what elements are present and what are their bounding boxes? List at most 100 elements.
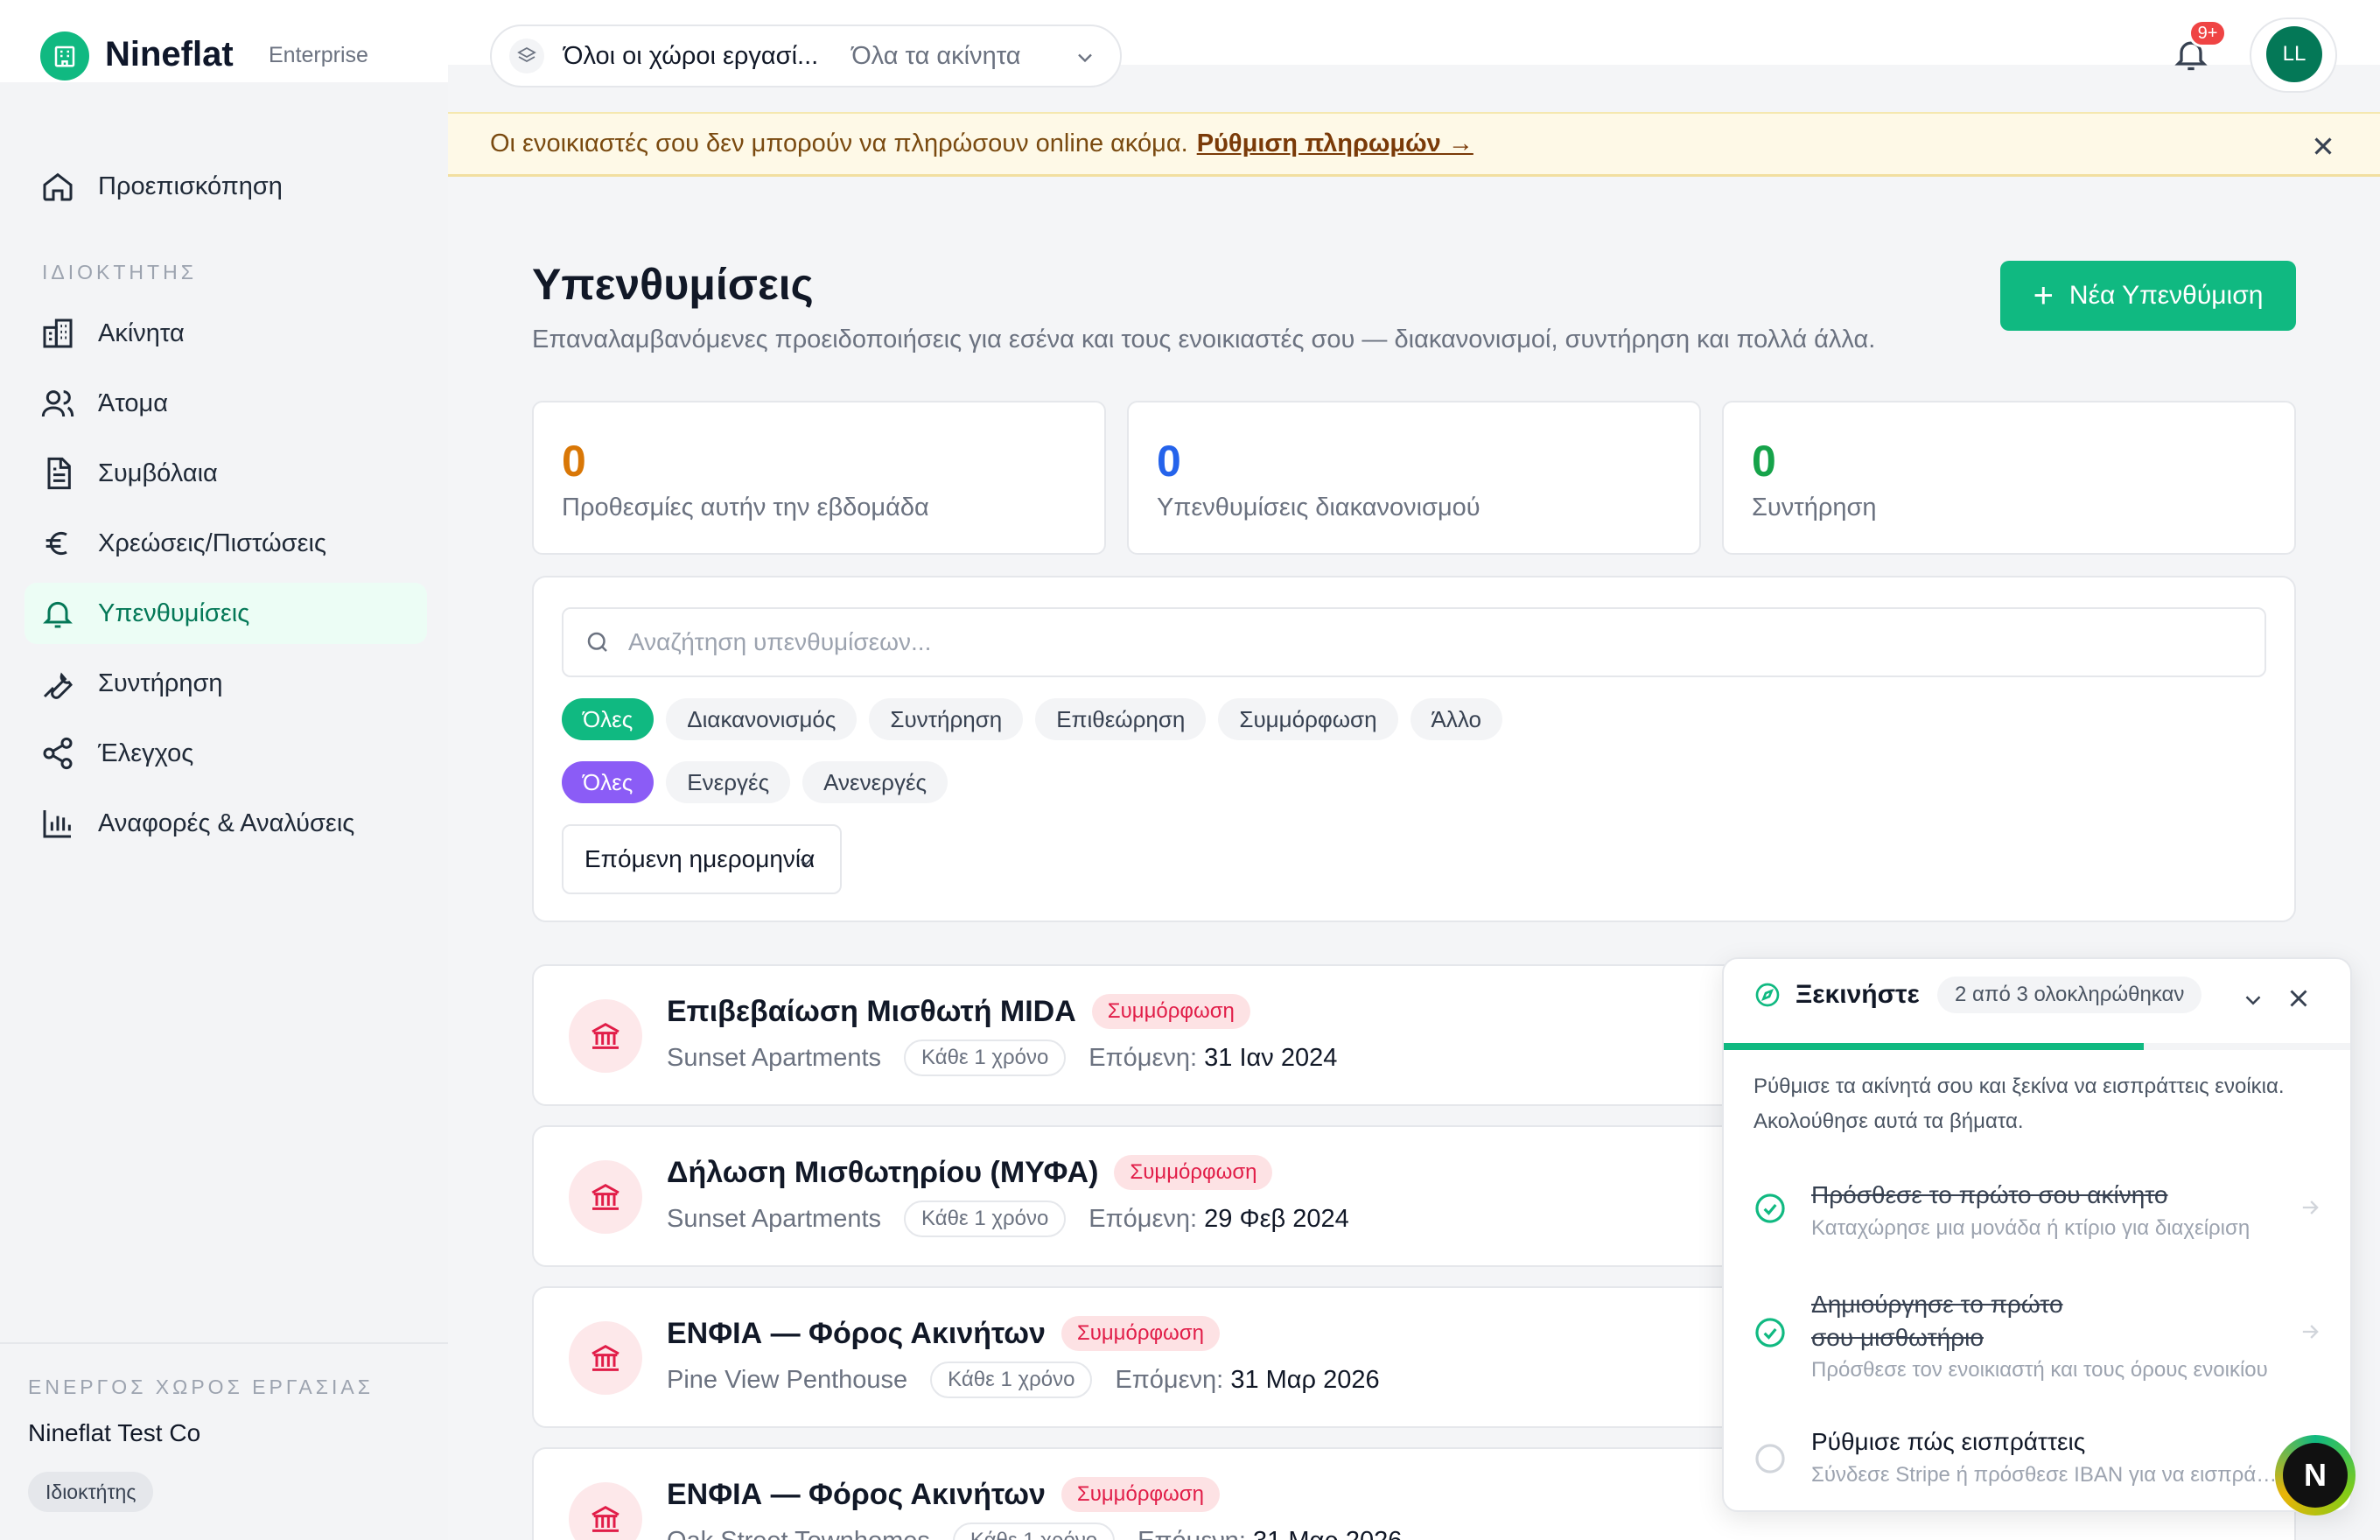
chip-category-inspection[interactable]: Επιθεώρηση xyxy=(1035,698,1207,740)
chip-category-settlement[interactable]: Διακανονισμός xyxy=(666,698,858,740)
brand-plan: Enterprise xyxy=(269,43,368,67)
avatar[interactable]: LL xyxy=(2266,26,2322,82)
category-badge: Συμμόρφωση xyxy=(1091,994,1250,1029)
next-date: Επόμενη: 31 Μαρ 2026 xyxy=(1138,1527,1402,1540)
chevron-down-icon[interactable] xyxy=(2240,987,2266,1013)
step-description: Καταχώρησε μια μονάδα ή κτίριο για διαχε… xyxy=(1811,1216,2250,1240)
payments-banner: Οι ενοικιαστές σου δεν μπορούν να πληρώσ… xyxy=(448,112,2380,177)
sidebar-item-label: Συντήρηση xyxy=(98,668,223,697)
stat-value: 0 xyxy=(1157,437,1181,486)
chip-category-all[interactable]: Όλες xyxy=(562,698,654,740)
stat-value: 0 xyxy=(562,437,586,486)
sidebar: Nineflat Enterprise Προεπισκόπηση ΙΔΙΟΚΤ… xyxy=(0,0,448,1540)
chip-category-maintenance[interactable]: Συντήρηση xyxy=(869,698,1024,740)
step-description: Σύνδεσε Stripe ή πρόσθεσε IBAN για να ει… xyxy=(1811,1463,2284,1487)
next-date-value: 29 Φεβ 2024 xyxy=(1204,1204,1349,1233)
workspace-property-selector[interactable]: Όλοι οι χώροι εργασί... Όλα τα ακίνητα xyxy=(490,24,1122,88)
users-icon xyxy=(41,390,74,417)
sidebar-item-people[interactable]: Άτομα xyxy=(24,373,427,434)
next-date: Επόμενη: 31 Μαρ 2026 xyxy=(1115,1366,1379,1395)
stat-value: 0 xyxy=(1752,437,1776,486)
euro-icon xyxy=(46,531,67,556)
search-input[interactable] xyxy=(628,628,2028,656)
brand-name[interactable]: Nineflat xyxy=(105,35,234,74)
stat-label: Προθεσμίες αυτήν την εβδομάδα xyxy=(562,494,929,522)
reminder-property: Sunset Apartments xyxy=(667,1204,882,1233)
category-badge: Συμμόρφωση xyxy=(1114,1155,1273,1190)
sidebar-item-overview[interactable]: Προεπισκόπηση xyxy=(24,156,427,217)
arrow-right-icon xyxy=(2302,1200,2319,1214)
getting-started-description: Ρύθμισε τα ακίνητά σου και ξεκίνα να εισ… xyxy=(1754,1074,2285,1133)
progress-badge: 2 από 3 ολοκληρώθηκαν xyxy=(1937,976,2202,1013)
next-label: Επόμενη: xyxy=(1088,1043,1198,1072)
onboarding-step[interactable]: Πρόσθεσε το πρώτο σου ακίνητο Καταχώρησε… xyxy=(1724,1174,2350,1279)
search-box[interactable] xyxy=(562,607,2266,677)
sidebar-item-charges[interactable]: Χρεώσεις/Πιστώσεις xyxy=(24,513,427,574)
step-title: Δημιούργησε το πρώτο σου μισθωτήριο xyxy=(1811,1291,2063,1351)
sidebar-item-contracts[interactable]: Συμβόλαια xyxy=(24,443,427,504)
page-title: Υπενθυμίσεις xyxy=(532,260,814,309)
step-description: Πρόσθεσε τον ενοικιαστή και τους όρους ε… xyxy=(1811,1358,2268,1382)
chip-status-all[interactable]: Όλες xyxy=(562,761,654,803)
bell-icon xyxy=(43,601,73,628)
category-badge: Συμμόρφωση xyxy=(1060,1477,1220,1512)
close-icon[interactable] xyxy=(2284,984,2314,1013)
workspace-name[interactable]: Nineflat Test Co xyxy=(28,1419,200,1447)
chip-category-compliance[interactable]: Συμμόρφωση xyxy=(1218,698,1398,740)
frequency-badge: Κάθε 1 χρόνο xyxy=(952,1522,1116,1540)
onboarding-step[interactable]: Δημιούργησε το πρώτο σου μισθωτήριο Πρόσ… xyxy=(1724,1279,2350,1410)
plus-icon: + xyxy=(2033,276,2054,315)
home-icon xyxy=(43,172,73,201)
sidebar-item-properties[interactable]: Ακίνητα xyxy=(24,303,427,364)
reminder-property: Oak Street Townhomes xyxy=(667,1527,930,1540)
next-date-value: 31 Ιαν 2024 xyxy=(1204,1043,1338,1072)
sidebar-item-label: Χρεώσεις/Πιστώσεις xyxy=(98,528,326,557)
empty-circle-icon xyxy=(1755,1444,1785,1474)
onboarding-step[interactable]: Ρύθμισε πώς εισπράττεις Σύνδεσε Stripe ή… xyxy=(1724,1410,2350,1510)
filters-panel: Όλες Διακανονισμός Συντήρηση Επιθεώρηση … xyxy=(532,576,2296,922)
payments-setup-link[interactable]: Ρύθμιση πληρωμών → xyxy=(1197,130,1474,158)
frequency-badge: Κάθε 1 χρόνο xyxy=(930,1362,1093,1398)
new-reminder-label: Νέα Υπενθύμιση xyxy=(2068,281,2264,310)
progress-bar-fill xyxy=(1724,1043,2145,1050)
chip-status-active[interactable]: Ενεργές xyxy=(666,761,791,803)
close-icon[interactable] xyxy=(2308,131,2338,161)
sidebar-item-reminders[interactable]: Υπενθυμίσεις xyxy=(24,583,427,644)
notifications-badge: 9+ xyxy=(2188,19,2227,47)
reminder-property: Pine View Penthouse xyxy=(667,1365,908,1394)
nineflat-logo-icon[interactable] xyxy=(40,32,89,80)
compass-icon xyxy=(1755,983,1780,1007)
assistant-fab[interactable]: N xyxy=(2275,1435,2356,1516)
sidebar-item-audit[interactable]: Έλεγχος xyxy=(24,723,427,784)
reminder-title: Επιβεβαίωση Μισθωτή MIDA xyxy=(667,994,1076,1028)
next-label: Επόμενη: xyxy=(1115,1365,1224,1394)
workspace-label: ΕΝΕΡΓΟΣ ΧΩΡΟΣ ΕΡΓΑΣΙΑΣ xyxy=(28,1376,374,1398)
sort-select[interactable]: Επόμενη ημερομηνία xyxy=(562,824,842,894)
stat-card-settlements: 0 Υπενθυμίσεις διακανονισμού xyxy=(1127,401,1701,555)
workspace-role-badge: Ιδιοκτήτης xyxy=(28,1472,154,1512)
layers-icon xyxy=(509,38,544,74)
step-title: Πρόσθεσε το πρώτο σου ακίνητο xyxy=(1811,1181,2168,1208)
getting-started-header: Ξεκινήστε xyxy=(1754,980,1920,1010)
sidebar-item-label: Προεπισκόπηση xyxy=(98,172,283,200)
category-filter-chips: Όλες Διακανονισμός Συντήρηση Επιθεώρηση … xyxy=(562,698,1502,740)
new-reminder-button[interactable]: + Νέα Υπενθύμιση xyxy=(2000,261,2296,331)
category-badge: Συμμόρφωση xyxy=(1060,1316,1220,1351)
next-date: Επόμενη: 29 Φεβ 2024 xyxy=(1088,1205,1349,1234)
next-date: Επόμενη: 31 Ιαν 2024 xyxy=(1088,1044,1337,1073)
next-label: Επόμενη: xyxy=(1138,1527,1246,1540)
sidebar-item-maintenance[interactable]: Συντήρηση xyxy=(24,653,427,714)
bank-icon xyxy=(569,1321,642,1395)
sidebar-section-owner: ΙΔΙΟΚΤΗΤΗΣ xyxy=(42,261,197,284)
chip-category-other[interactable]: Άλλο xyxy=(1410,698,1502,740)
stat-card-deadlines: 0 Προθεσμίες αυτήν την εβδομάδα xyxy=(532,401,1106,555)
sort-value: Επόμενη ημερομηνία xyxy=(584,845,816,872)
stat-card-maintenance: 0 Συντήρηση xyxy=(1722,401,2296,555)
sidebar-item-label: Άτομα xyxy=(98,388,169,417)
sidebar-item-label: Συμβόλαια xyxy=(98,458,218,487)
chevron-down-icon xyxy=(1078,53,1092,63)
sidebar-item-reports[interactable]: Αναφορές & Αναλύσεις xyxy=(24,793,427,854)
bank-icon xyxy=(569,1160,642,1234)
sidebar-item-label: Υπενθυμίσεις xyxy=(98,598,250,627)
chip-status-inactive[interactable]: Ανενεργές xyxy=(802,761,948,803)
